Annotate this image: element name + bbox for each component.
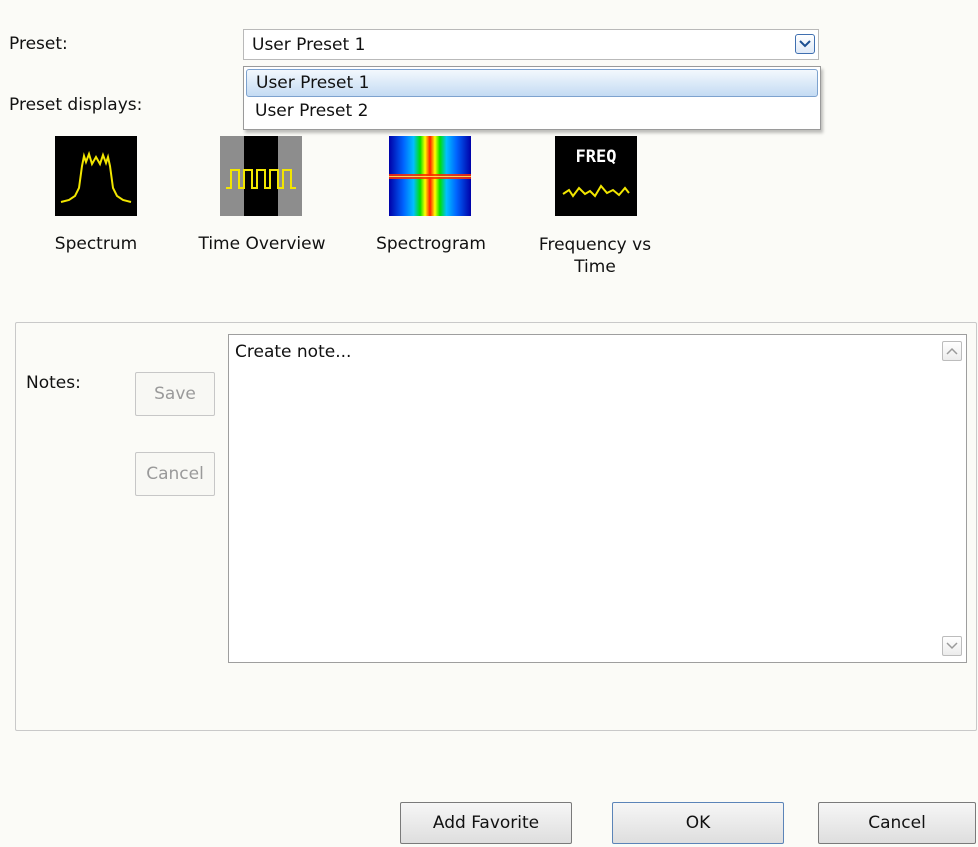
preset-option-label: User Preset 1 (256, 73, 370, 93)
preset-displays-label: Preset displays: (9, 95, 143, 115)
chevron-up-icon (946, 347, 958, 355)
chevron-down-icon[interactable] (795, 34, 815, 54)
notes-save-button[interactable]: Save (135, 372, 215, 416)
spectrogram-label: Spectrogram (376, 234, 486, 254)
ok-button[interactable]: OK (612, 802, 784, 844)
spectrum-label: Spectrum (54, 234, 138, 254)
preset-option-label: User Preset 2 (255, 101, 369, 121)
preset-select-value: User Preset 1 (252, 35, 366, 55)
frequency-vs-time-icon[interactable]: FREQ (555, 136, 637, 216)
preset-option-user-preset-1[interactable]: User Preset 1 (246, 69, 818, 97)
spectrogram-icon[interactable] (389, 136, 471, 216)
preset-option-user-preset-2[interactable]: User Preset 2 (246, 98, 818, 126)
freq-icon-text: FREQ (576, 147, 617, 167)
time-overview-label: Time Overview (198, 234, 326, 254)
preset-label: Preset: (9, 34, 68, 54)
chevron-down-icon (946, 642, 958, 650)
notes-label: Notes: (26, 373, 81, 393)
scroll-up-button[interactable] (942, 341, 962, 361)
preset-dropdown-list: User Preset 1 User Preset 2 (243, 66, 821, 130)
spectrum-icon[interactable] (55, 136, 137, 216)
scroll-down-button[interactable] (942, 636, 962, 656)
frequency-vs-time-label: Frequency vs Time (538, 235, 652, 277)
notes-textarea[interactable]: Create note... (228, 334, 967, 663)
add-favorite-button[interactable]: Add Favorite (400, 802, 572, 844)
cancel-button[interactable]: Cancel (818, 802, 976, 844)
preset-select[interactable]: User Preset 1 (243, 29, 819, 60)
notes-cancel-button[interactable]: Cancel (135, 452, 215, 496)
notes-text: Create note... (235, 342, 352, 362)
time-overview-icon[interactable] (220, 136, 302, 216)
